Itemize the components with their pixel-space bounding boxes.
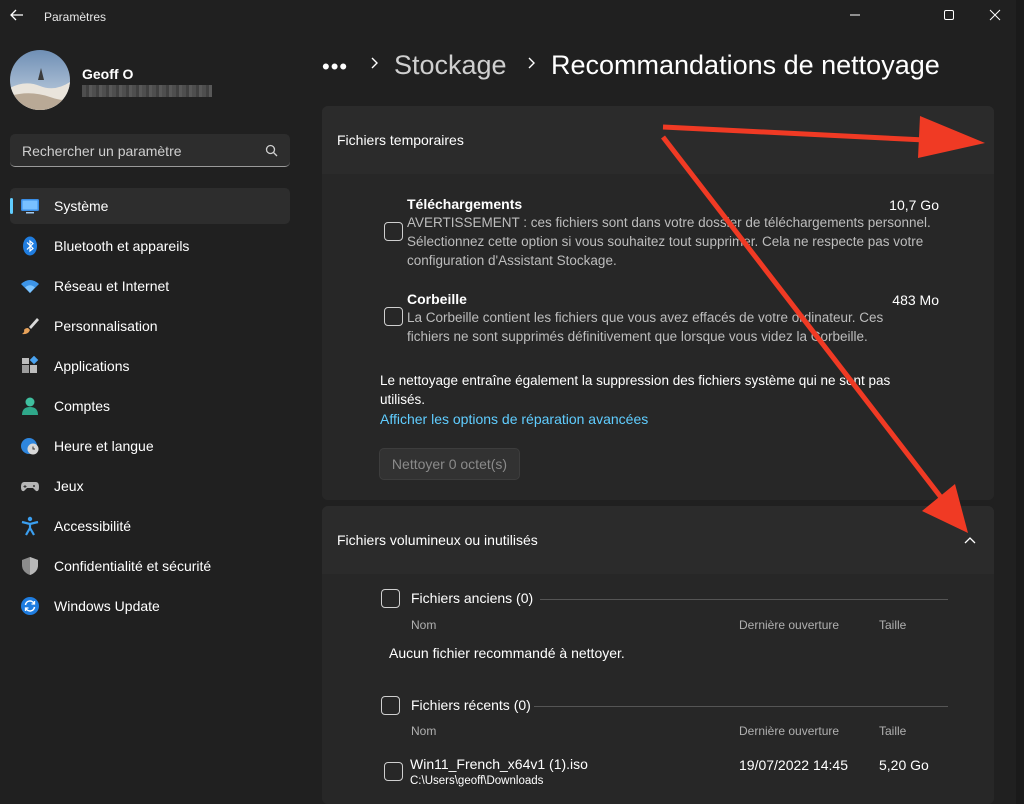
accessibility-icon (21, 516, 39, 536)
wifi-icon (21, 280, 39, 293)
system-icon (21, 199, 39, 214)
breadcrumb-stockage-link[interactable]: Stockage (394, 50, 507, 81)
recent-files-checkbox[interactable] (381, 696, 400, 715)
column-size: Taille (879, 618, 907, 632)
downloads-description: AVERTISSEMENT : ces fichiers sont dans v… (407, 215, 931, 268)
sidebar-nav: Système Bluetooth et appareils Réseau et… (10, 188, 290, 628)
back-arrow-icon (10, 9, 23, 21)
user-name: Geoff O (82, 66, 134, 82)
recycle-bin-title: Corbeille (407, 291, 467, 307)
file-checkbox[interactable] (384, 762, 403, 781)
sidebar: Geoff O Rechercher un paramètre Système … (0, 34, 305, 804)
column-last-opened: Dernière ouverture (739, 724, 840, 738)
sidebar-item-accessibilite[interactable]: Accessibilité (10, 508, 290, 544)
recycle-bin-description: La Corbeille contient les fichiers que v… (407, 310, 884, 344)
file-size: 5,20 Go (879, 757, 929, 773)
empty-message: Aucun fichier recommandé à nettoyer. (389, 645, 625, 661)
large-files-card: Fichiers volumineux ou inutilisés Fichie… (322, 506, 994, 804)
maximize-button[interactable] (926, 0, 972, 30)
temp-files-header[interactable]: Fichiers temporaires (322, 106, 994, 173)
old-files-title: Fichiers anciens (0) (411, 590, 534, 606)
sidebar-item-confidentialite[interactable]: Confidentialité et sécurité (10, 548, 290, 584)
search-icon (265, 144, 278, 157)
shield-icon (22, 557, 38, 575)
page-title: Recommandations de nettoyage (551, 50, 940, 80)
close-icon (989, 9, 1001, 21)
temp-files-card: Fichiers temporaires Téléchargements 10,… (322, 106, 994, 500)
section-title: Fichiers volumineux ou inutilisés (337, 532, 538, 548)
sidebar-item-windows-update[interactable]: Windows Update (10, 588, 290, 624)
downloads-checkbox[interactable] (384, 222, 403, 241)
advanced-repair-link[interactable]: Afficher les options de réparation avanc… (380, 411, 648, 427)
user-email-redacted (82, 85, 212, 97)
sidebar-item-heure[interactable]: Heure et langue (10, 428, 290, 464)
large-files-body: Fichiers anciens (0) Nom Dernière ouvert… (322, 574, 994, 804)
sidebar-item-label: Bluetooth et appareils (54, 238, 190, 254)
file-path: C:\Users\geoff\Downloads (410, 775, 544, 787)
divider (540, 599, 948, 600)
recycle-bin-size: 483 Mo (892, 292, 939, 308)
app-title: Paramètres (44, 10, 107, 24)
old-files-checkbox[interactable] (381, 589, 400, 608)
sidebar-item-label: Système (54, 198, 109, 214)
gamepad-icon (21, 482, 39, 492)
sidebar-item-bluetooth[interactable]: Bluetooth et appareils (10, 228, 290, 264)
sidebar-item-label: Jeux (54, 478, 84, 494)
sidebar-item-label: Comptes (54, 398, 111, 414)
downloads-size: 10,7 Go (889, 197, 939, 213)
cleanup-note: Le nettoyage entraîne également la suppr… (380, 373, 891, 407)
recent-files-title: Fichiers récents (0) (411, 697, 531, 713)
temp-files-body: Téléchargements 10,7 Go AVERTISSEMENT : … (322, 174, 994, 500)
sidebar-item-label: Confidentialité et sécurité (54, 558, 212, 574)
chevron-up-icon[interactable] (964, 536, 976, 544)
downloads-title: Téléchargements (407, 196, 523, 212)
avatar[interactable] (10, 50, 70, 110)
sidebar-item-label: Réseau et Internet (54, 278, 170, 294)
back-button[interactable] (6, 4, 28, 26)
sidebar-item-label: Windows Update (54, 598, 160, 614)
file-last-opened: 19/07/2022 14:45 (739, 757, 848, 773)
sidebar-item-reseau[interactable]: Réseau et Internet (10, 268, 290, 304)
chevron-right-icon (528, 57, 535, 69)
account-icon (22, 397, 38, 415)
sidebar-item-label: Heure et langue (54, 438, 154, 454)
sidebar-item-label: Accessibilité (54, 518, 132, 534)
breadcrumb-overflow-button[interactable]: ••• (322, 54, 348, 80)
sidebar-item-jeux[interactable]: Jeux (10, 468, 290, 504)
maximize-icon (944, 10, 954, 20)
sidebar-item-label: Personnalisation (54, 318, 158, 334)
bluetooth-icon (23, 236, 37, 256)
sidebar-item-personnalisation[interactable]: Personnalisation (10, 308, 290, 344)
clock-globe-icon (21, 438, 39, 455)
update-icon (21, 597, 39, 615)
search-placeholder: Rechercher un paramètre (22, 143, 182, 159)
brush-icon (22, 318, 39, 335)
divider (534, 706, 948, 707)
sidebar-item-applications[interactable]: Applications (10, 348, 290, 384)
column-size: Taille (879, 724, 907, 738)
recycle-bin-checkbox[interactable] (384, 307, 403, 326)
column-last-opened: Dernière ouverture (739, 618, 840, 632)
sidebar-item-systeme[interactable]: Système (10, 188, 290, 224)
chevron-right-icon (371, 57, 378, 69)
sidebar-item-label: Applications (54, 358, 130, 374)
close-button[interactable] (972, 0, 1018, 30)
chevron-up-icon[interactable] (964, 136, 976, 144)
apps-icon (22, 356, 39, 373)
title-bar: Paramètres (0, 0, 1024, 34)
minimize-icon (850, 14, 860, 16)
column-name: Nom (411, 724, 437, 738)
column-name: Nom (411, 618, 437, 632)
file-name: Win11_French_x64v1 (1).iso (410, 756, 588, 772)
sidebar-item-comptes[interactable]: Comptes (10, 388, 290, 424)
section-title: Fichiers temporaires (337, 132, 464, 148)
avatar-image (10, 50, 70, 110)
minimize-button[interactable] (832, 0, 878, 30)
search-input[interactable]: Rechercher un paramètre (10, 134, 290, 167)
cleanup-button[interactable]: Nettoyer 0 octet(s) (379, 448, 520, 480)
window-edge (1016, 0, 1024, 804)
large-files-header[interactable]: Fichiers volumineux ou inutilisés (322, 506, 994, 573)
